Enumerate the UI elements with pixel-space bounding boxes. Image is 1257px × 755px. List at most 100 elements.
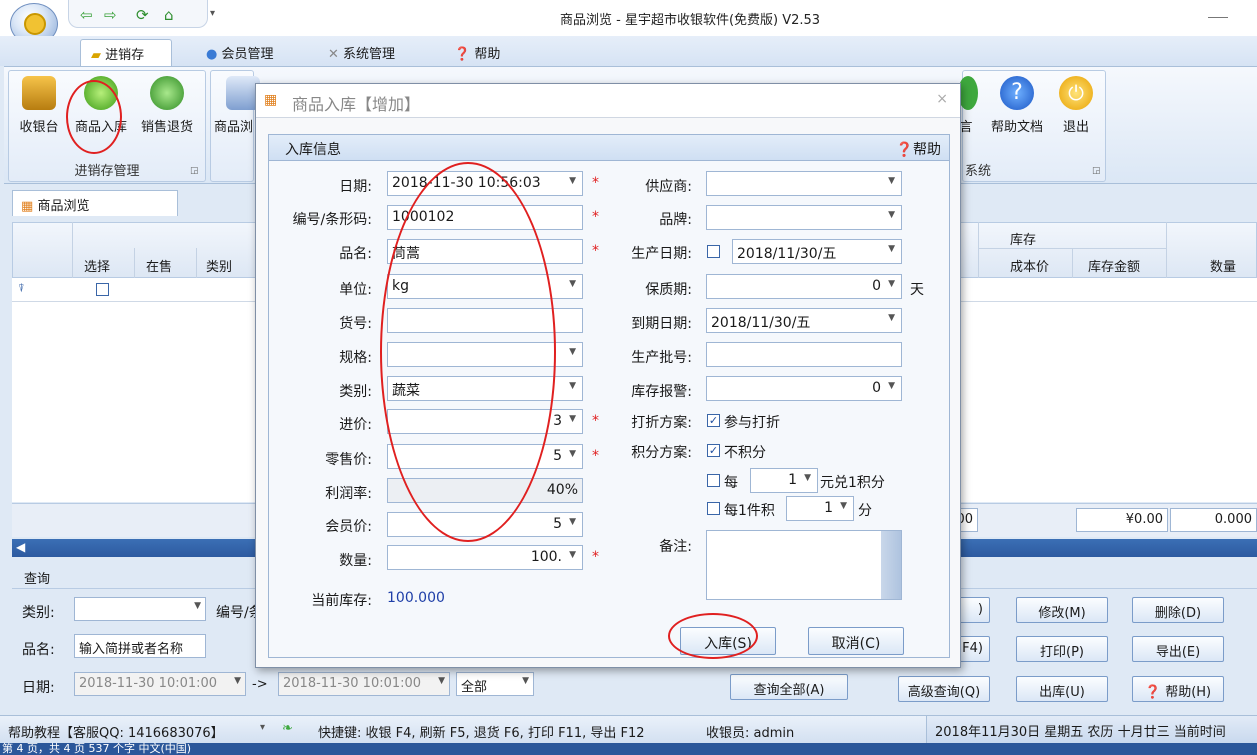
query-date-from[interactable]: 2018-11-30 10:01:00 ▼ <box>74 672 246 696</box>
tab-inventory[interactable]: ▰ 进销存 <box>80 39 172 66</box>
expire-date-value: 2018/11/30/五 <box>711 315 811 331</box>
discount-checkbox[interactable]: ✓ <box>707 414 720 427</box>
question-icon: ? <box>1000 76 1034 110</box>
col-cost[interactable]: 成本价 <box>1010 256 1049 275</box>
delete-button[interactable]: 删除(D) <box>1132 597 1224 623</box>
group-expand-icon[interactable]: ◲ <box>190 166 199 176</box>
col-category[interactable]: 类别 <box>206 256 232 275</box>
col-select[interactable]: 选择 <box>84 256 110 275</box>
tab-members[interactable]: ● 会员管理 <box>196 39 284 66</box>
dropdown-icon: ▼ <box>888 381 895 391</box>
expire-date-picker[interactable]: 2018/11/30/五 ▼ <box>706 308 902 333</box>
supplier-select[interactable]: ▼ <box>706 171 902 196</box>
query-name-input[interactable]: 输入简拼或者名称 <box>74 634 206 658</box>
customize-qa-icon[interactable]: ▾ <box>210 8 215 19</box>
help-button[interactable]: ❓ 帮助(H) <box>1132 676 1224 702</box>
dropdown-icon: ▼ <box>888 279 895 289</box>
print-button[interactable]: 打印(P) <box>1016 636 1108 662</box>
per-item-spinner[interactable]: 1 ▼ <box>786 496 854 521</box>
per-item-checkbox[interactable] <box>707 502 720 515</box>
col-stock-amount[interactable]: 库存金额 <box>1088 256 1140 275</box>
refresh-icon[interactable]: ⟳ <box>136 6 149 24</box>
export-button[interactable]: 导出(E) <box>1132 636 1224 662</box>
status-help-tutorial[interactable]: 帮助教程【客服QQ: 1416683076】 <box>8 722 224 741</box>
stock-alarm-spinner[interactable]: 0 ▼ <box>706 376 902 401</box>
sales-return-button[interactable]: 销售退货 <box>136 76 198 135</box>
modify-button[interactable]: 修改(M) <box>1016 597 1108 623</box>
code-label: 编号/条形码: <box>292 212 372 228</box>
code-input[interactable]: 1000102 <box>387 205 583 230</box>
leaf-icon: ❧ <box>282 721 293 736</box>
cancel-button[interactable]: 取消(C) <box>808 627 904 655</box>
tab-system[interactable]: ✕ 系统管理 <box>318 39 405 66</box>
col-quantity[interactable]: 数量 <box>1210 256 1236 275</box>
stock-alarm-label: 库存报警: <box>631 384 692 400</box>
batch-label: 生产批号: <box>631 350 692 366</box>
remark-scrollbar[interactable] <box>881 531 901 599</box>
brand-select[interactable]: ▼ <box>706 205 902 230</box>
purchase-price-spinner[interactable]: 3 ▼ <box>387 409 583 434</box>
outbound-button[interactable]: 出库(U) <box>1016 676 1108 702</box>
item-no-input[interactable] <box>387 308 583 333</box>
product-browse-button[interactable]: 商品浏 <box>210 76 260 135</box>
required-mark: * <box>592 209 599 225</box>
group-expand-icon[interactable]: ◲ <box>1092 166 1101 176</box>
dropdown-icon: ▼ <box>234 676 241 686</box>
points-checkbox[interactable]: ✓ <box>707 444 720 457</box>
cashier-button[interactable]: 收银台 <box>8 76 70 135</box>
date-picker[interactable]: 2018-11-30 10:56:03 ▼ <box>387 171 583 196</box>
unit-select[interactable]: kg ▼ <box>387 274 583 299</box>
required-mark: * <box>592 243 599 259</box>
tab-label: 帮助 <box>474 47 501 62</box>
exit-button[interactable]: ⏻ 退出 <box>1050 76 1102 135</box>
query-scope-select[interactable]: 全部 ▼ <box>456 672 534 696</box>
date-value: 2018-11-30 10:56:03 <box>392 175 541 191</box>
per-yuan-checkbox[interactable] <box>707 474 720 487</box>
tab-product-browse[interactable]: ▦ 商品浏览 <box>12 190 178 216</box>
date-to-text: 2018-11-30 10:01:00 <box>283 676 422 691</box>
forward-icon[interactable]: ⇨ <box>104 6 117 24</box>
status-shortcuts: 快捷键: 收银 F4, 刷新 F5, 退货 F6, 打印 F11, 导出 F12 <box>318 726 645 741</box>
dropdown-icon: ▼ <box>438 676 445 686</box>
category-select[interactable]: 蔬菜 ▼ <box>387 376 583 401</box>
prod-date-checkbox[interactable] <box>707 245 720 258</box>
status-cashier: 收银员: admin <box>706 726 795 741</box>
close-icon[interactable]: × <box>936 91 948 107</box>
spec-select[interactable]: ▼ <box>387 342 583 367</box>
scroll-left-icon[interactable]: ◀ <box>16 540 25 554</box>
points-value: 不积分 <box>724 445 766 461</box>
filter-icon[interactable]: ⍒ <box>18 282 25 296</box>
query-date-to[interactable]: 2018-11-30 10:01:00 ▼ <box>278 672 450 696</box>
name-input[interactable]: 茼蒿 <box>387 239 583 264</box>
query-all-button[interactable]: 查询全部(A) <box>730 674 848 700</box>
date-from-text: 2018-11-30 10:01:00 <box>79 676 218 691</box>
dialog-help-link[interactable]: ❓帮助 <box>896 139 941 159</box>
advanced-query-button[interactable]: 高级查询(Q) <box>898 676 990 702</box>
dropdown-icon: ▼ <box>569 550 576 560</box>
col-on-sale[interactable]: 在售 <box>146 256 172 275</box>
prod-date-picker[interactable]: 2018/11/30/五 ▼ <box>732 239 902 264</box>
per-yuan-spinner[interactable]: 1 ▼ <box>750 468 818 493</box>
expire-date-label: 到期日期: <box>631 316 692 332</box>
prod-date-label: 生产日期: <box>631 246 692 262</box>
stock-in-button[interactable]: 商品入库 <box>70 76 132 135</box>
shelf-life-spinner[interactable]: 0 ▼ <box>706 274 902 299</box>
back-icon[interactable]: ⇦ <box>80 6 93 24</box>
tab-help[interactable]: ❓ 帮助 <box>444 39 510 66</box>
retail-price-value: 5 <box>553 448 562 464</box>
button-label: 言 <box>959 120 973 135</box>
dropdown-icon[interactable]: ▾ <box>260 722 265 733</box>
retail-price-spinner[interactable]: 5 ▼ <box>387 444 583 469</box>
query-category-select[interactable]: ▼ <box>74 597 206 621</box>
stock-in-ok-button[interactable]: 入库(S) <box>680 627 776 655</box>
quantity-spinner[interactable]: 100. ▼ <box>387 545 583 570</box>
batch-input[interactable] <box>706 342 902 367</box>
home-icon[interactable]: ⌂ <box>164 6 174 24</box>
minimize-button[interactable] <box>1208 4 1228 18</box>
help-docs-button[interactable]: ? 帮助文档 <box>984 76 1050 135</box>
dropdown-icon: ▼ <box>194 601 201 611</box>
select-filter-checkbox[interactable] <box>96 283 109 296</box>
dropdown-icon: ▼ <box>804 473 811 483</box>
remark-textarea[interactable] <box>706 530 902 600</box>
member-price-spinner[interactable]: 5 ▼ <box>387 512 583 537</box>
